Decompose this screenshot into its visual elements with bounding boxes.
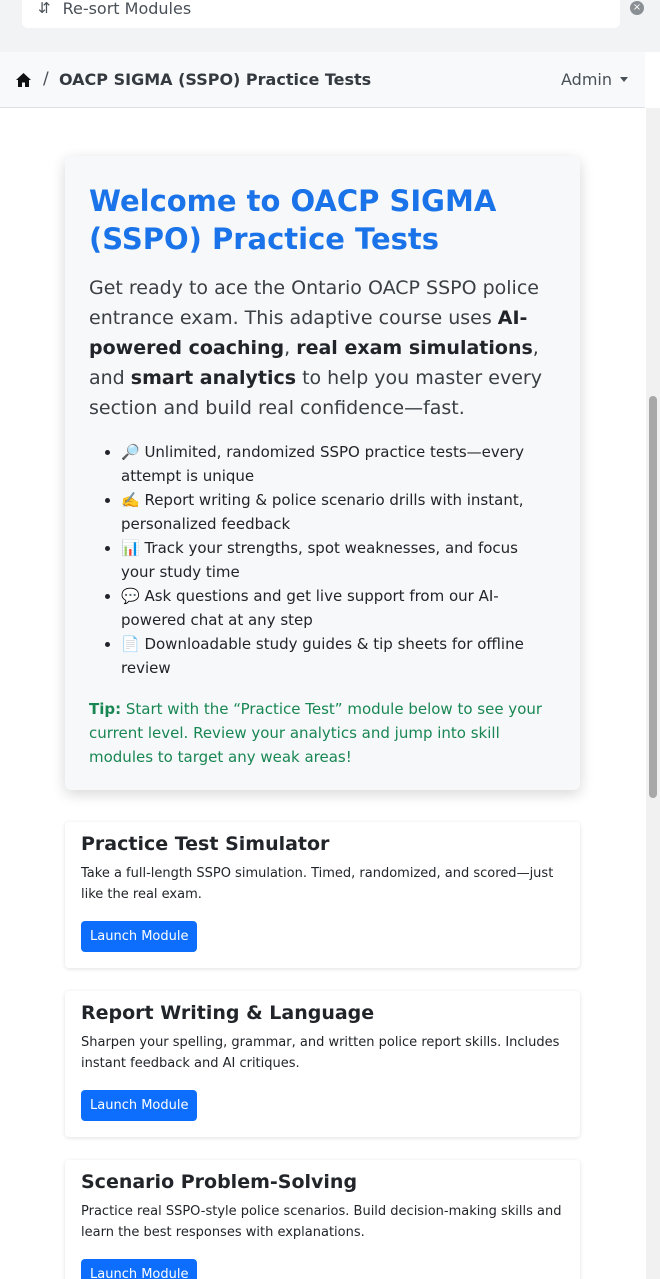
module-title: Practice Test Simulator <box>81 833 330 855</box>
feature-item: 📊 Track your strengths, spot weaknesses,… <box>121 536 556 584</box>
feature-item: 💬 Ask questions and get live support fro… <box>121 584 556 632</box>
resort-label: Re-sort Modules <box>62 0 192 18</box>
breadcrumb-separator: / <box>43 69 49 89</box>
welcome-lead: Get ready to ace the Ontario OACP SSPO p… <box>89 277 542 419</box>
launch-module-button[interactable]: Launch Module <box>81 921 198 952</box>
launch-module-button[interactable]: Launch Module <box>81 1090 198 1121</box>
welcome-title: Welcome to OACP SIGMA (SSPO) Practice Te… <box>89 184 497 256</box>
launch-module-button[interactable]: Launch Module <box>81 1259 198 1279</box>
top-strip: ⇵ Re-sort Modules × <box>0 0 660 52</box>
feature-item: ✍️ Report writing & police scenario dril… <box>121 488 556 536</box>
sort-arrows-icon: ⇵ <box>38 0 51 17</box>
module-card-report-writing: Report Writing & Language Sharpen your s… <box>65 991 580 1137</box>
admin-label: Admin <box>561 70 612 89</box>
feature-item: 🔎 Unlimited, randomized SSPO practice te… <box>121 440 556 488</box>
breadcrumb: / OACP SIGMA (SSPO) Practice Tests Admin <box>0 52 645 108</box>
module-title: Report Writing & Language <box>81 1002 375 1024</box>
welcome-card: Welcome to OACP SIGMA (SSPO) Practice Te… <box>65 156 580 790</box>
tip-label: Tip: <box>89 700 122 718</box>
scrollbar-thumb[interactable] <box>649 396 657 798</box>
module-card-scenario: Scenario Problem-Solving Practice real S… <box>65 1160 580 1279</box>
tip-text: Tip: Start with the “Practice Test” modu… <box>89 700 543 766</box>
home-icon[interactable] <box>15 72 32 88</box>
page-title[interactable]: OACP SIGMA (SSPO) Practice Tests <box>59 70 371 89</box>
module-card-practice-test: Practice Test Simulator Take a full-leng… <box>65 822 580 968</box>
module-description: Take a full-length SSPO simulation. Time… <box>81 866 554 902</box>
chevron-down-icon <box>620 77 628 82</box>
module-description: Sharpen your spelling, grammar, and writ… <box>81 1035 560 1071</box>
feature-list: 🔎 Unlimited, randomized SSPO practice te… <box>89 440 556 680</box>
module-description: Practice real SSPO-style police scenario… <box>81 1204 562 1240</box>
admin-menu[interactable]: Admin <box>561 70 628 89</box>
resort-modules-control[interactable]: ⇵ Re-sort Modules <box>22 0 620 28</box>
feature-item: 📄 Downloadable study guides & tip sheets… <box>121 632 556 680</box>
close-icon[interactable]: × <box>630 1 644 15</box>
module-title: Scenario Problem-Solving <box>81 1171 358 1193</box>
